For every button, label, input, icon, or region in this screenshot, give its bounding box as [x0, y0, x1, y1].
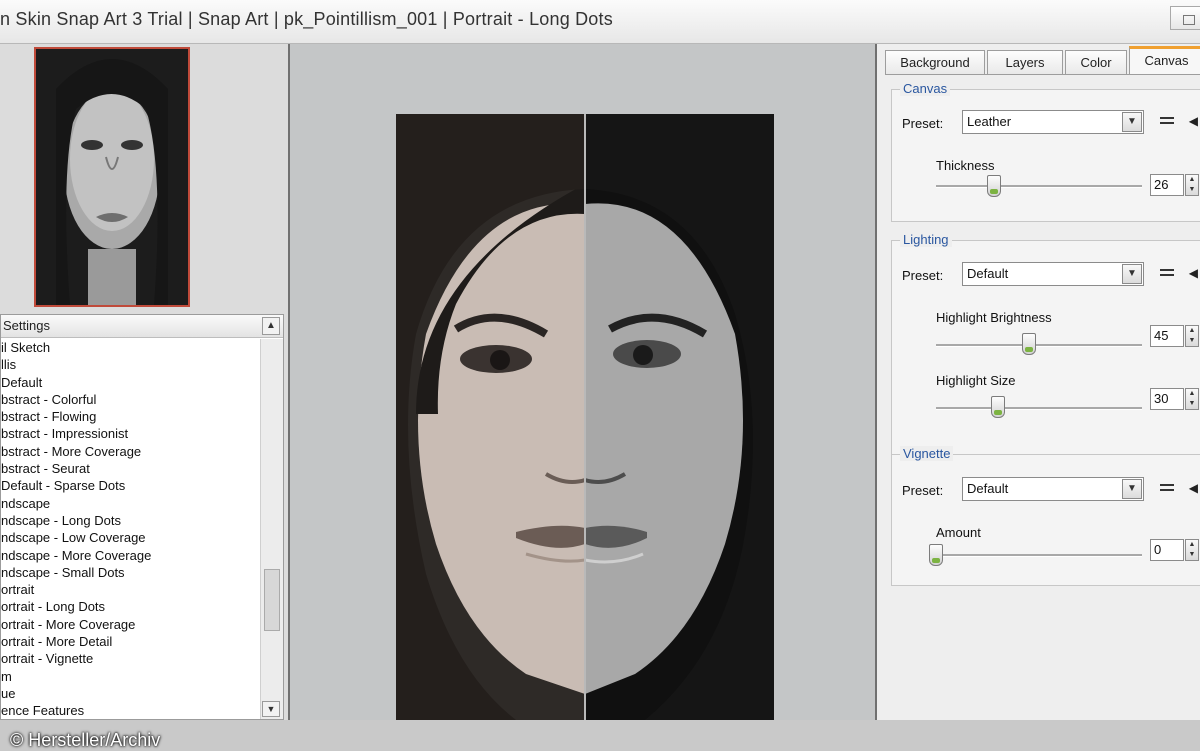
highlight-brightness-track[interactable]	[936, 344, 1142, 347]
highlight-size-label: Highlight Size	[936, 373, 1016, 388]
chevron-down-icon[interactable]: ▼	[1122, 479, 1142, 499]
list-item[interactable]: Default	[1, 374, 259, 391]
canvas-preset-select[interactable]: Leather ▼	[962, 110, 1144, 134]
amount-label: Amount	[936, 525, 981, 540]
list-item[interactable]: bstract - Flowing	[1, 408, 259, 425]
list-item[interactable]: ndscape - Long Dots	[1, 512, 259, 529]
vignette-group: Vignette Preset: Default ▼ ◀ Amount 0 ▲ ▼	[891, 446, 1200, 586]
list-item[interactable]: bstract - Seurat	[1, 460, 259, 477]
highlight-size-slider[interactable]	[990, 396, 1005, 418]
vignette-preset-value: Default	[967, 481, 1009, 496]
canvas-area[interactable]	[288, 44, 877, 720]
thickness-label: Thickness	[936, 158, 995, 173]
amount-track[interactable]	[936, 554, 1142, 557]
scroll-up-icon[interactable]: ▲	[262, 317, 280, 335]
lighting-preset-value: Default	[967, 266, 1009, 281]
window-title: n Skin Snap Art 3 Trial | Snap Art | pk_…	[0, 9, 613, 29]
lighting-group-title: Lighting	[900, 232, 952, 247]
list-item[interactable]: ndscape - Small Dots	[1, 564, 259, 581]
canvas-group: Canvas Preset: Leather ▼ ◀ Thickness 26 …	[891, 81, 1200, 222]
list-item[interactable]: ortrait - More Coverage	[1, 616, 259, 633]
list-item[interactable]: ortrait - More Detail	[1, 633, 259, 650]
scrollbar-thumb[interactable]	[264, 569, 280, 631]
settings-panel: Background Layers Color Canvas Canvas Pr…	[877, 44, 1200, 720]
preview-thumbnail[interactable]	[34, 47, 190, 307]
canvas-group-title: Canvas	[900, 81, 951, 96]
list-item[interactable]: ortrait	[1, 581, 259, 598]
highlight-size-stepper[interactable]: ▲ ▼	[1185, 388, 1199, 410]
amount-slider[interactable]	[929, 544, 943, 566]
list-item[interactable]: ndscape - Low Coverage	[1, 529, 259, 546]
tab-canvas[interactable]: Canvas	[1129, 46, 1200, 75]
highlight-brightness-input[interactable]: 45	[1150, 325, 1184, 347]
list-item[interactable]: ortrait - Vignette	[1, 650, 259, 667]
highlight-brightness-label: Highlight Brightness	[936, 310, 1052, 325]
original-face-image	[585, 114, 774, 720]
preset-menu-icon[interactable]	[1158, 269, 1180, 281]
settings-header: Settings ▲	[1, 315, 283, 338]
lighting-preset-label: Preset:	[902, 268, 944, 283]
list-item[interactable]: ue	[1, 685, 259, 702]
lighting-group: Lighting Preset: Default ▼ ◀ Highlight B…	[891, 232, 1200, 465]
list-item[interactable]: bstract - Colorful	[1, 391, 259, 408]
list-item[interactable]: ortrait - Long Dots	[1, 598, 259, 615]
list-item[interactable]: il Sketch	[1, 339, 259, 356]
thickness-slider[interactable]	[986, 175, 1001, 197]
list-item[interactable]: ndscape - More Coverage	[1, 547, 259, 564]
vignette-group-title: Vignette	[900, 446, 954, 461]
portrait-thumbnail-image	[36, 49, 188, 305]
tab-layers[interactable]: Layers	[987, 50, 1063, 74]
scroll-down-icon[interactable]: ▼	[262, 701, 280, 717]
settings-header-label: Settings	[3, 318, 50, 333]
highlight-size-track[interactable]	[936, 407, 1142, 410]
preset-menu-icon[interactable]	[1158, 484, 1180, 496]
pointillism-face-image	[396, 114, 585, 720]
canvas-preset-label: Preset:	[902, 116, 944, 131]
settings-scrollbar[interactable]	[260, 339, 283, 719]
list-item[interactable]: ndscape	[1, 495, 259, 512]
thickness-input[interactable]: 26	[1150, 174, 1184, 196]
processed-half	[396, 114, 585, 720]
list-item[interactable]: bstract - More Coverage	[1, 443, 259, 460]
list-item[interactable]: llis	[1, 356, 259, 373]
list-item[interactable]: Default - Sparse Dots	[1, 477, 259, 494]
watermark: © Hersteller/Archiv	[10, 730, 161, 750]
collapse-arrow-icon[interactable]: ◀	[1189, 481, 1198, 495]
thickness-stepper[interactable]: ▲ ▼	[1185, 174, 1199, 196]
lighting-preset-select[interactable]: Default ▼	[962, 262, 1144, 286]
vignette-preset-label: Preset:	[902, 483, 944, 498]
maximize-icon[interactable]	[1170, 6, 1200, 30]
collapse-arrow-icon[interactable]: ◀	[1189, 266, 1198, 280]
tab-background[interactable]: Background	[885, 50, 985, 74]
tab-divider	[885, 74, 1200, 75]
settings-list: il Sketch llis Default bstract - Colorful bs…	[1, 339, 259, 719]
amount-stepper[interactable]: ▲ ▼	[1185, 539, 1199, 561]
chevron-down-icon[interactable]: ▼	[1122, 264, 1142, 284]
highlight-brightness-stepper[interactable]: ▲ ▼	[1185, 325, 1199, 347]
list-item[interactable]: m	[1, 668, 259, 685]
preset-menu-icon[interactable]	[1158, 117, 1180, 129]
split-divider[interactable]	[584, 114, 586, 720]
highlight-size-input[interactable]: 30	[1150, 388, 1184, 410]
vignette-preset-select[interactable]: Default ▼	[962, 477, 1144, 501]
canvas-preset-value: Leather	[967, 114, 1012, 129]
settings-list-panel: Settings ▲ il Sketch llis Default bstract -…	[0, 314, 284, 720]
chevron-down-icon[interactable]: ▼	[1122, 112, 1142, 132]
tab-color[interactable]: Color	[1065, 50, 1127, 74]
original-half	[585, 114, 774, 720]
amount-input[interactable]: 0	[1150, 539, 1184, 561]
collapse-arrow-icon[interactable]: ◀	[1189, 114, 1198, 128]
preview-image[interactable]	[396, 114, 774, 720]
list-item[interactable]: ence Features	[1, 702, 259, 719]
thickness-track[interactable]	[936, 185, 1142, 188]
title-bar: n Skin Snap Art 3 Trial | Snap Art | pk_…	[0, 0, 1200, 44]
highlight-brightness-slider[interactable]	[1021, 333, 1036, 355]
list-item[interactable]: bstract - Impressionist	[1, 425, 259, 442]
left-panel: Settings ▲ il Sketch llis Default bstract -…	[0, 44, 288, 750]
